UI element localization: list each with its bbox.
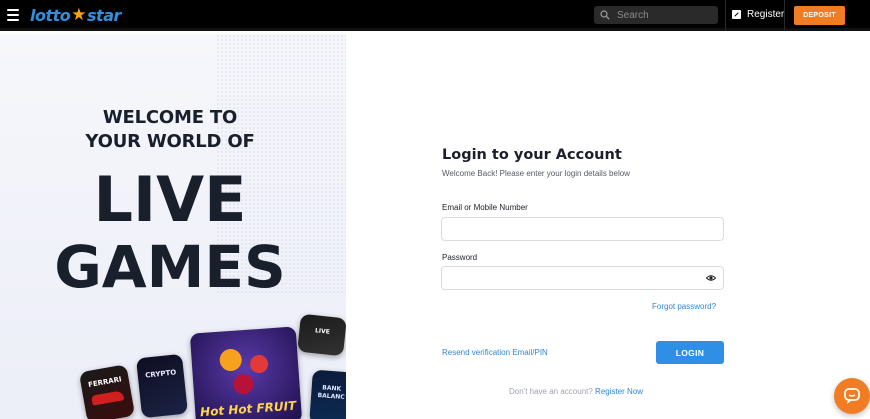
ferrari-game-tile[interactable]: FERRARI xyxy=(78,364,136,419)
no-account-label: Don't have an account? xyxy=(509,387,593,396)
header-divider xyxy=(725,0,726,31)
chat-button[interactable] xyxy=(834,378,870,414)
eye-icon[interactable] xyxy=(706,274,716,282)
live-game-tile[interactable]: LIVE xyxy=(297,313,346,357)
lottostar-logo[interactable]: lotto ★ star xyxy=(30,5,121,25)
bank-balance-game-tile[interactable]: BANK BALANC xyxy=(309,369,346,419)
register-label: Register xyxy=(747,9,785,20)
register-now-link[interactable]: Register Now xyxy=(595,387,643,396)
promo-welcome-line1: WELCOME TO xyxy=(102,107,238,128)
promo-headline-line1: LIVE xyxy=(93,163,247,236)
cherry-fruit-icon xyxy=(249,354,269,374)
tile-label: Hot Hot FRUIT xyxy=(199,398,297,419)
tile-label: LIVE xyxy=(314,327,331,336)
deposit-button[interactable]: DEPOSIT xyxy=(794,6,845,25)
hot-hot-fruit-game-tile[interactable]: Hot Hot FRUIT xyxy=(189,326,303,419)
plum-fruit-icon xyxy=(232,373,255,395)
resend-verification-link[interactable]: Resend verification Email/PIN xyxy=(442,348,548,357)
chat-icon xyxy=(844,388,860,404)
top-navigation-bar: lotto ★ star Register DEPOSIT xyxy=(0,0,870,31)
edit-icon xyxy=(732,10,741,19)
promo-welcome-line2: YOUR WORLD OF xyxy=(85,131,255,152)
promo-headline-line2: GAMES xyxy=(54,233,286,301)
password-field[interactable] xyxy=(441,266,724,290)
search-icon xyxy=(600,10,610,20)
logo-text-lotto: lotto xyxy=(30,5,71,25)
logo-text-star: star xyxy=(87,5,121,25)
forgot-password-link[interactable]: Forgot password? xyxy=(652,302,716,311)
no-account-text: Don't have an account? Register Now xyxy=(509,387,643,396)
register-link[interactable]: Register xyxy=(732,9,784,20)
login-button[interactable]: LOGIN xyxy=(656,341,724,364)
orange-fruit-icon xyxy=(218,348,243,372)
search-input[interactable] xyxy=(617,9,712,21)
tile-label: CRYPTO xyxy=(144,368,177,380)
promo-panel: WELCOME TO YOUR WORLD OF LIVE GAMES FERR… xyxy=(0,34,346,419)
crypto-game-tile[interactable]: CRYPTO xyxy=(135,353,189,419)
login-subtitle: Welcome Back! Please enter your login de… xyxy=(442,169,630,178)
email-field[interactable] xyxy=(441,217,724,241)
search-box[interactable] xyxy=(594,6,718,24)
menu-icon[interactable] xyxy=(7,9,19,21)
email-label: Email or Mobile Number xyxy=(442,203,528,212)
login-title: Login to your Account xyxy=(442,147,622,163)
tile-label: BANK BALANC xyxy=(317,384,345,401)
star-icon: ★ xyxy=(71,5,87,25)
car-icon xyxy=(91,390,125,406)
tile-label: FERRARI xyxy=(87,375,123,390)
password-label: Password xyxy=(442,253,478,262)
